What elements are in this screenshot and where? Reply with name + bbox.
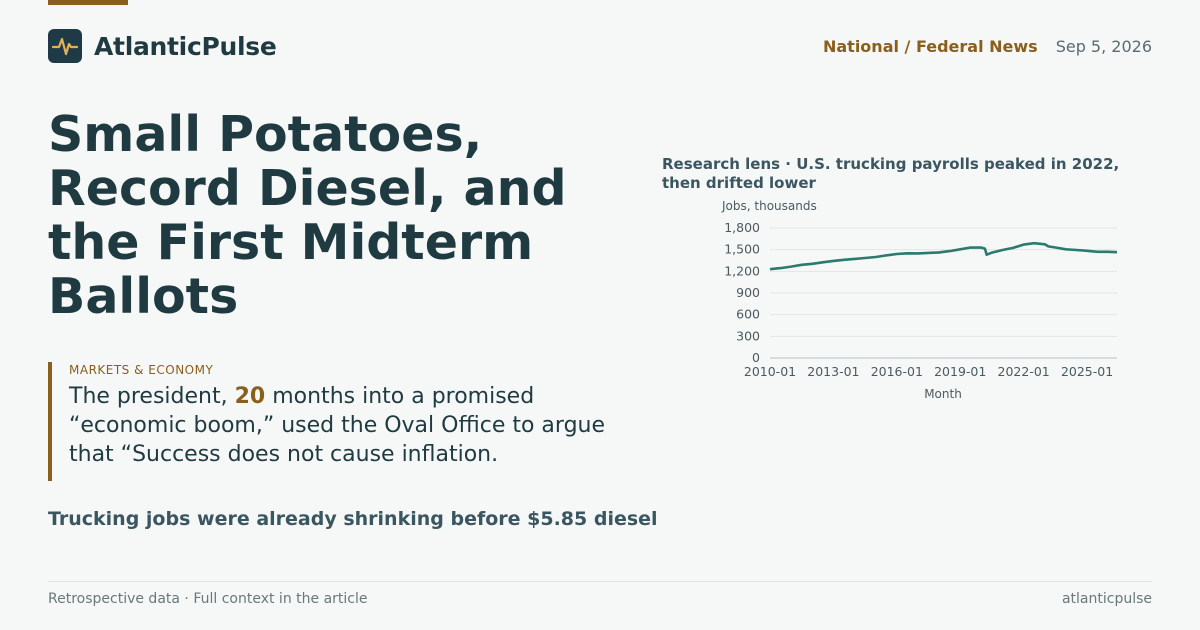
pull-quote: The president, 20 months into a promised… bbox=[69, 382, 628, 469]
pulse-icon bbox=[48, 29, 82, 63]
brand-name: AtlanticPulse bbox=[94, 31, 277, 61]
quote-text-before: The president, bbox=[69, 384, 235, 409]
footer-site[interactable]: atlanticpulse bbox=[1062, 591, 1152, 607]
section-link[interactable]: National / Federal News bbox=[823, 37, 1038, 56]
line-chart: Jobs, thousands Month 0 300 600 900 1,200 1,5… bbox=[721, 199, 1118, 401]
y-tick-label: 600 bbox=[736, 307, 760, 322]
y-tick-label: 300 bbox=[736, 328, 760, 343]
y-tick-label: 1,200 bbox=[724, 263, 760, 278]
chart-title: Research lens · U.S. trucking payrolls p… bbox=[662, 155, 1120, 192]
quote-highlight: 20 bbox=[234, 384, 266, 409]
x-axis-label: Month bbox=[924, 387, 962, 401]
y-tick-label: 0 bbox=[752, 350, 760, 365]
y-tick-label: 1,800 bbox=[724, 220, 760, 235]
x-tick-label: 2010-01 bbox=[744, 364, 796, 379]
y-tick-label: 1,500 bbox=[724, 242, 760, 257]
category-kicker: MARKETS & ECONOMY bbox=[69, 363, 214, 377]
x-tick-label: 2025-01 bbox=[1061, 364, 1113, 379]
footer-note: Retrospective data · Full context in the… bbox=[48, 591, 368, 607]
top-accent-bar bbox=[48, 0, 128, 5]
y-tick-label: 900 bbox=[736, 285, 760, 300]
x-tick-label: 2022-01 bbox=[998, 364, 1050, 379]
x-tick-label: 2013-01 bbox=[807, 364, 859, 379]
subheadline: Trucking jobs were already shrinking bef… bbox=[48, 508, 658, 530]
brand[interactable]: AtlanticPulse bbox=[48, 29, 277, 63]
article-meta: National / Federal News Sep 5, 2026 bbox=[823, 37, 1152, 56]
footer-divider bbox=[48, 581, 1152, 582]
quote-block: MARKETS & ECONOMY The president, 20 mont… bbox=[48, 362, 628, 481]
x-tick-label: 2019-01 bbox=[934, 364, 986, 379]
x-tick-label: 2016-01 bbox=[871, 364, 923, 379]
y-axis-label: Jobs, thousands bbox=[721, 199, 817, 213]
series-line bbox=[769, 241, 1118, 271]
headline: Small Potatoes, Record Diesel, and the F… bbox=[48, 106, 567, 325]
publish-date: Sep 5, 2026 bbox=[1055, 37, 1152, 56]
